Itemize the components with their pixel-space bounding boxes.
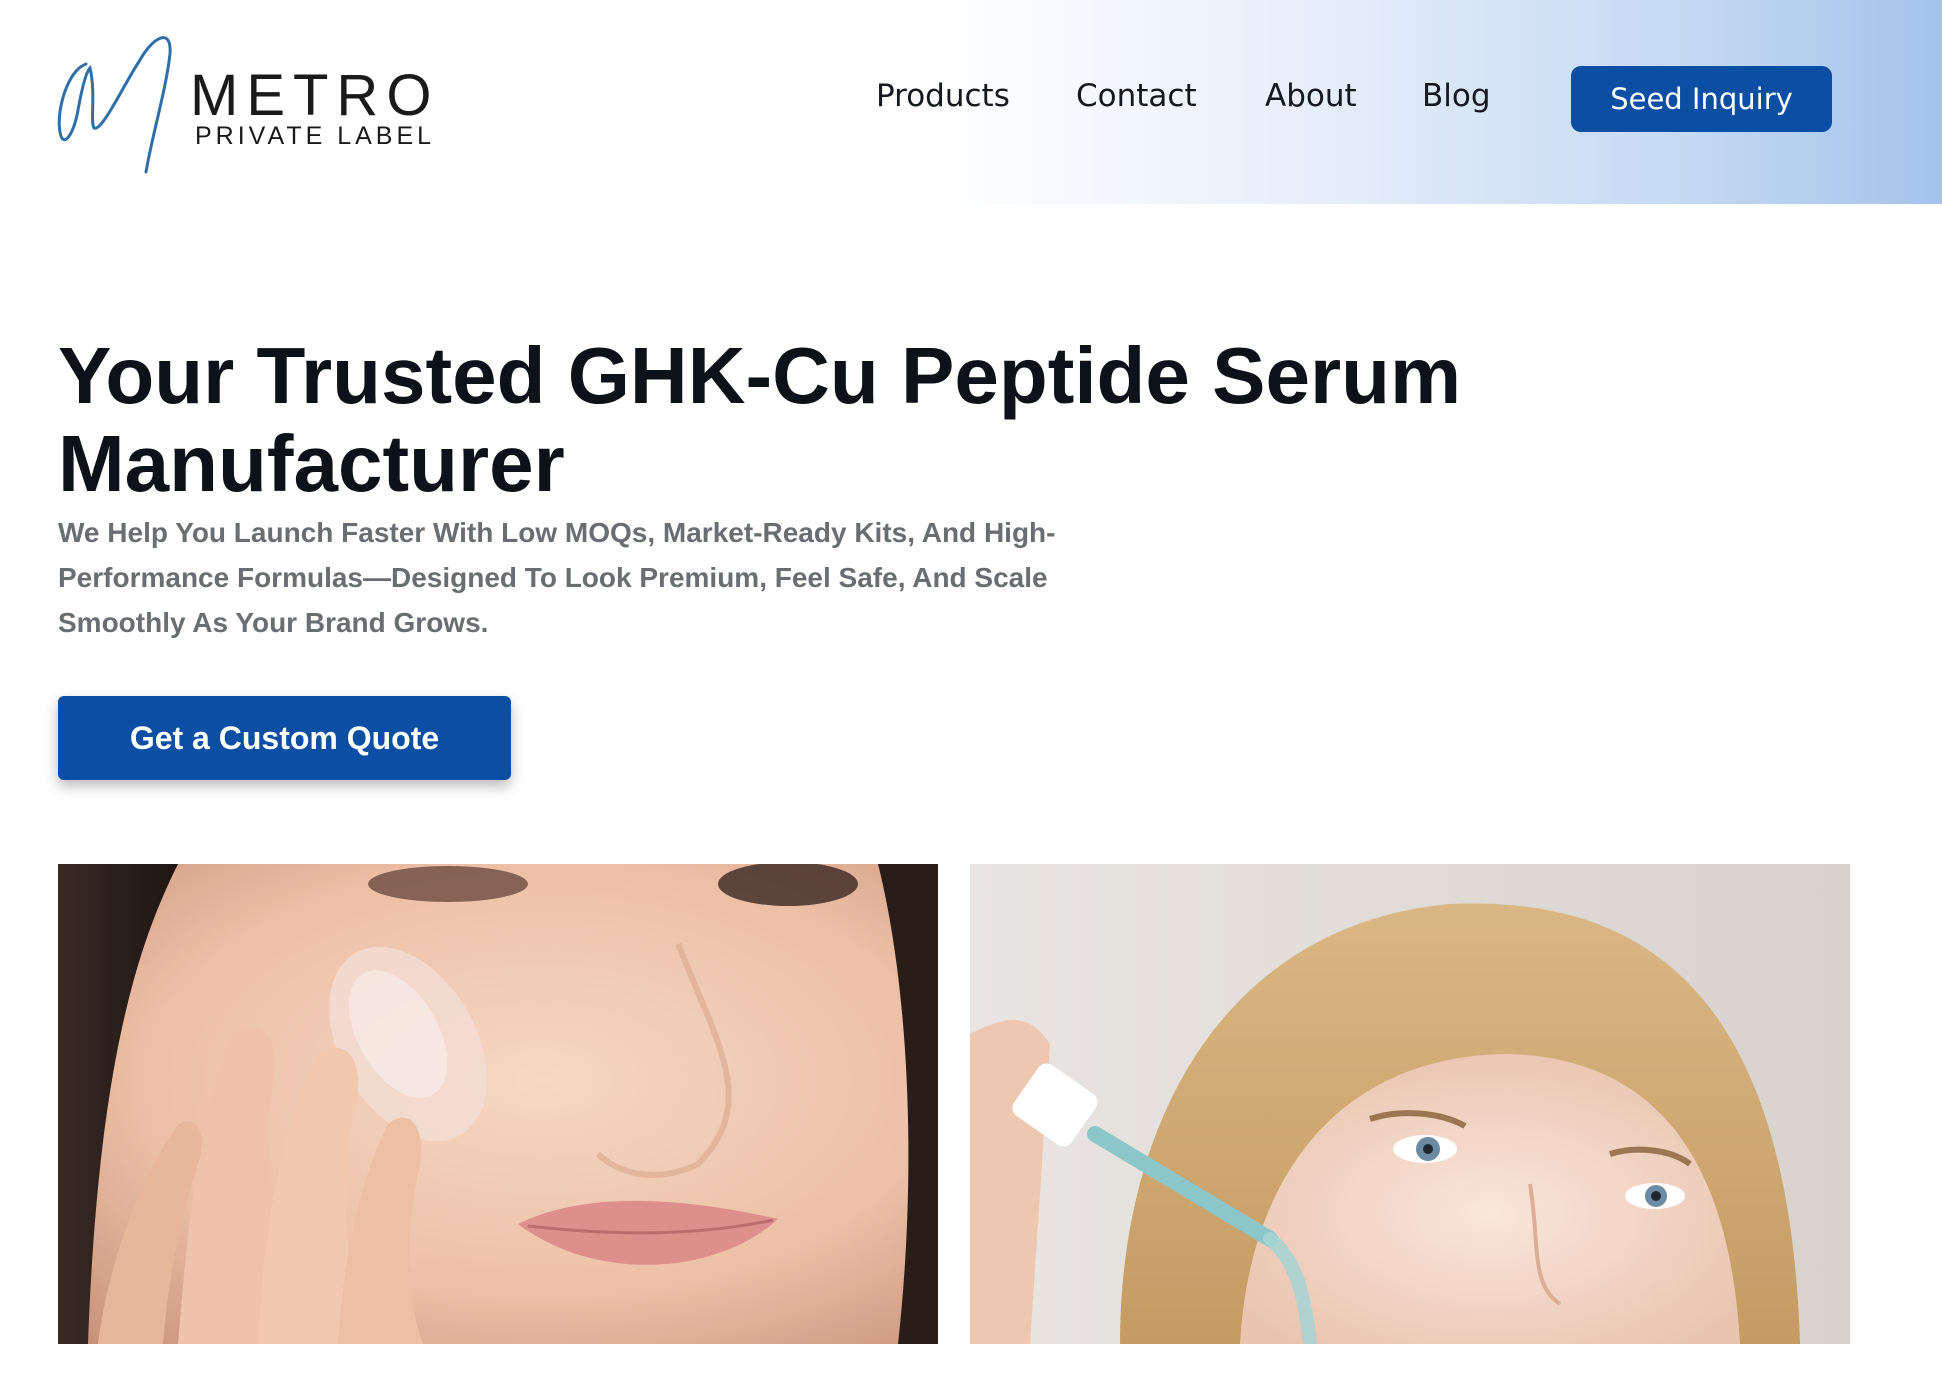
nav-item-about[interactable]: About: [1265, 78, 1357, 114]
subtitle-line-2: Performance Formulas—Designed To Look Pr…: [58, 562, 1048, 593]
subtitle-line-3: Smoothly As Your Brand Grows.: [58, 607, 489, 638]
brand-logo[interactable]: METRO PRIVATE LABEL: [54, 24, 454, 184]
title-line-1: Your Trusted GHK-Cu Peptide Serum: [58, 331, 1462, 420]
brand-tagline: PRIVATE LABEL: [195, 122, 436, 150]
custom-quote-button[interactable]: Get a Custom Quote: [58, 696, 511, 780]
nav-item-products[interactable]: Products: [876, 78, 1010, 114]
title-line-2: Manufacturer: [58, 419, 565, 508]
logo-m-icon: [57, 36, 172, 174]
page-title: Your Trusted GHK-Cu Peptide Serum Manufa…: [58, 332, 1558, 508]
woman-with-dropper-photo: [970, 864, 1850, 1344]
nav-item-blog[interactable]: Blog: [1422, 78, 1491, 114]
hero-subtitle: We Help You Launch Faster With Low MOQs,…: [58, 510, 1168, 645]
nav-item-contact[interactable]: Contact: [1076, 78, 1197, 114]
subtitle-line-1: We Help You Launch Faster With Low MOQs,…: [58, 517, 1056, 548]
site-header: METRO PRIVATE LABEL Products Contact Abo…: [0, 0, 1942, 204]
brand-name: METRO: [190, 63, 440, 128]
woman-applying-serum-photo: [58, 864, 938, 1344]
seed-inquiry-button[interactable]: Seed Inquiry: [1571, 66, 1832, 132]
